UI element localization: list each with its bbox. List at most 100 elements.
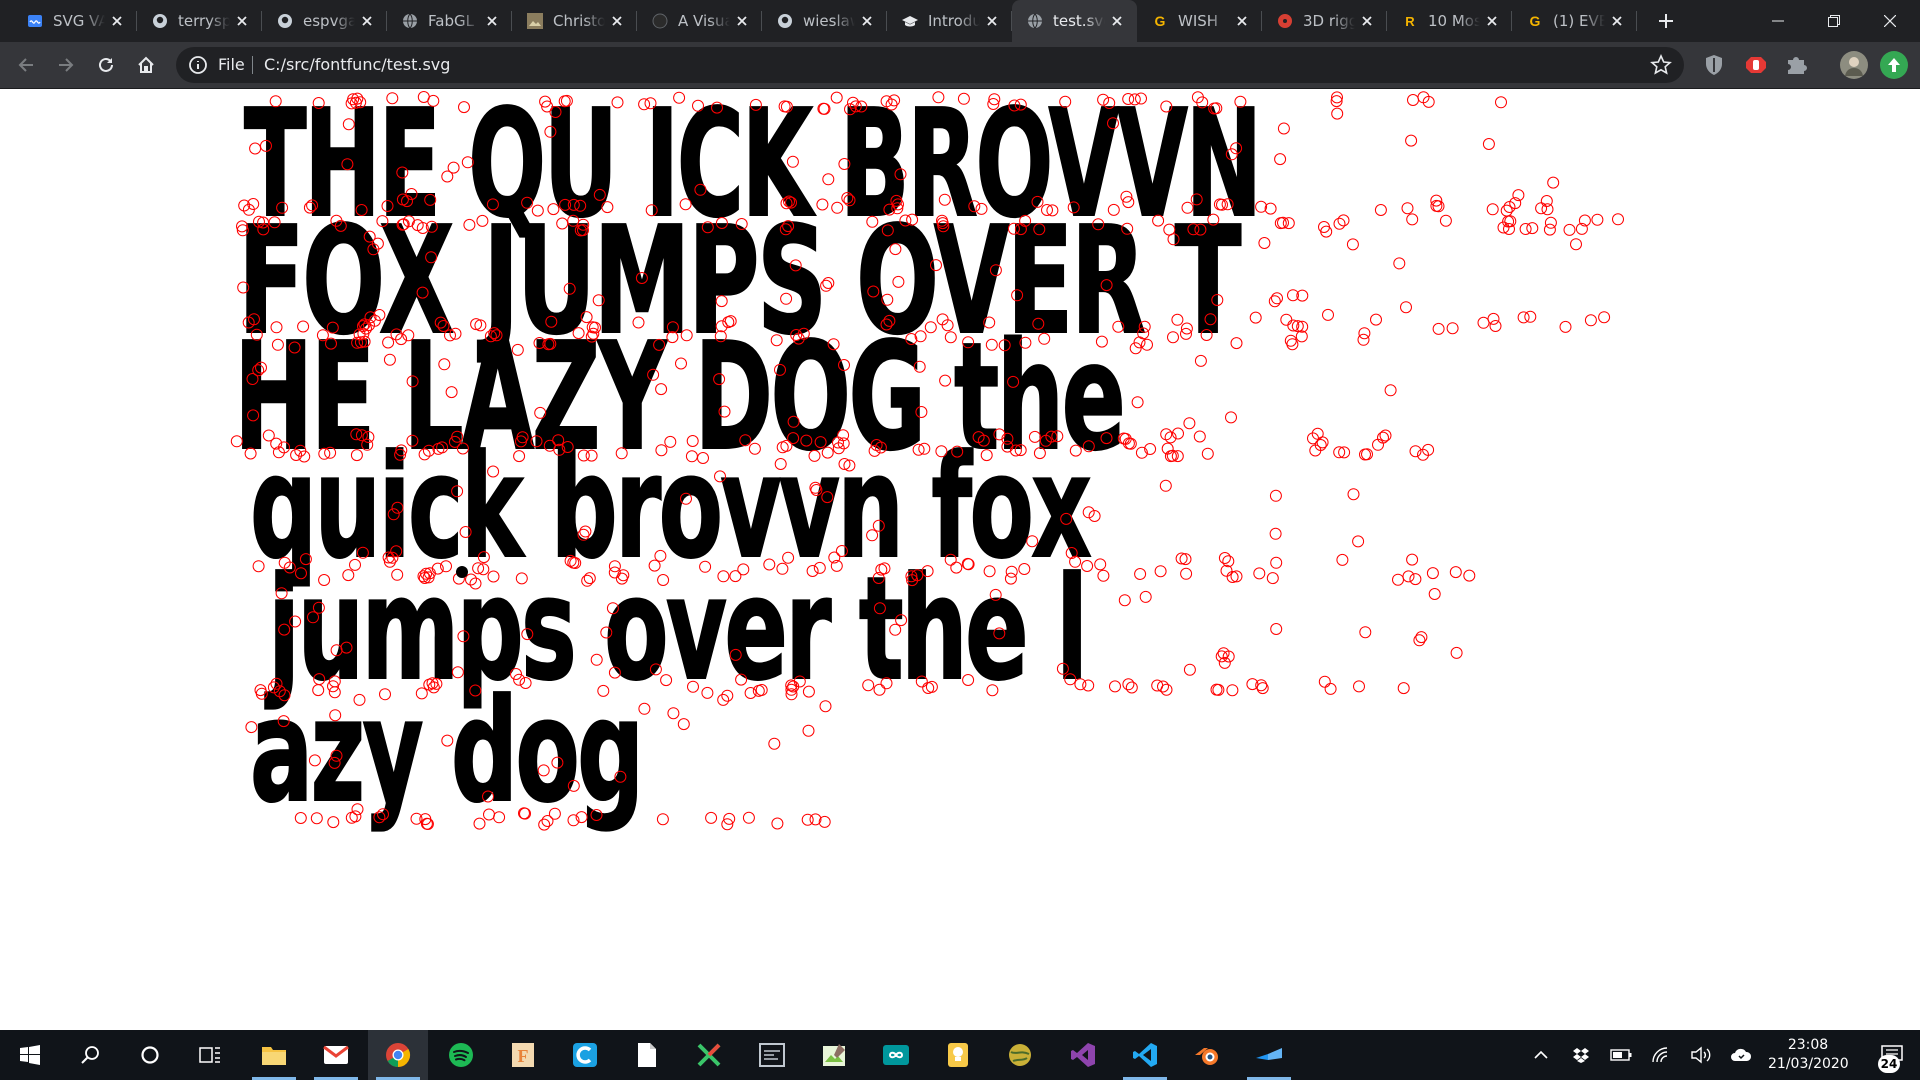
- tab-9[interactable]: G WISH: [1137, 0, 1262, 42]
- control-point-marker: [749, 98, 762, 111]
- tab-11[interactable]: R 10 Mos: [1387, 0, 1512, 42]
- search-button[interactable]: [60, 1030, 120, 1080]
- taskbar-x-app-button[interactable]: [679, 1030, 739, 1080]
- forward-button[interactable]: [50, 49, 82, 81]
- taskbar-vscode-button[interactable]: [1115, 1030, 1175, 1080]
- control-point-marker: [436, 441, 449, 454]
- control-point-marker: [632, 316, 645, 329]
- tray-battery[interactable]: [1604, 1030, 1638, 1080]
- tab-close-button[interactable]: [855, 9, 879, 33]
- tab-2[interactable]: espvga: [262, 0, 387, 42]
- extension-shield[interactable]: [1702, 53, 1726, 77]
- control-point-marker: [328, 686, 341, 699]
- taskbar-notes-button[interactable]: [928, 1030, 988, 1080]
- control-point-marker: [1392, 573, 1404, 586]
- url-text[interactable]: C:/src/fontfunc/test.svg: [264, 55, 450, 74]
- tab-6[interactable]: wieslaw: [762, 0, 887, 42]
- tab-1[interactable]: terrysp: [137, 0, 262, 42]
- tab-title: wieslaw: [803, 12, 855, 30]
- cortana-button[interactable]: [120, 1030, 180, 1080]
- tab-close-button[interactable]: [1105, 9, 1129, 33]
- svg-text:G: G: [1155, 13, 1166, 29]
- system-clock[interactable]: 23:08 21/03/2020: [1768, 1036, 1849, 1074]
- tab-close-button[interactable]: [730, 9, 754, 33]
- extension-puzzle[interactable]: [1784, 53, 1808, 77]
- tab-close-button[interactable]: [605, 9, 629, 33]
- taskbar-file-explorer-button[interactable]: [244, 1030, 304, 1080]
- tab-close-button[interactable]: [355, 9, 379, 33]
- bookmark-star-icon[interactable]: [1650, 54, 1672, 76]
- tab-close-button[interactable]: [1605, 9, 1629, 33]
- control-point-marker: [1033, 223, 1046, 236]
- control-point-marker: [744, 687, 757, 699]
- tab-10[interactable]: 3D rigg: [1262, 0, 1387, 42]
- tray-overflow-button[interactable]: [1524, 1030, 1558, 1080]
- taskbar-arduino-button[interactable]: [866, 1030, 926, 1080]
- address-bar[interactable]: File C:/src/fontfunc/test.svg: [176, 47, 1684, 83]
- control-point-marker: [1570, 238, 1582, 251]
- reload-button[interactable]: [90, 49, 122, 81]
- start-button[interactable]: [0, 1030, 60, 1080]
- taskbar-stream-app-button[interactable]: [1239, 1030, 1299, 1080]
- tab-close-button[interactable]: [1480, 9, 1504, 33]
- control-point-marker: [297, 320, 310, 333]
- taskbar-paint-button[interactable]: [804, 1030, 864, 1080]
- control-point-marker: [677, 718, 690, 731]
- tray-onedrive[interactable]: [1724, 1030, 1758, 1080]
- control-point-marker: [1194, 354, 1207, 367]
- restore-button[interactable]: [1806, 0, 1862, 42]
- control-point-marker: [438, 358, 451, 371]
- control-point-marker: [1358, 327, 1371, 340]
- task-view-button[interactable]: [180, 1030, 240, 1080]
- taskbar-terminal-button[interactable]: [742, 1030, 802, 1080]
- tab-0[interactable]: SVG VA: [12, 0, 137, 42]
- taskbar-chrome-button[interactable]: [368, 1030, 429, 1080]
- close-window-button[interactable]: [1862, 0, 1918, 42]
- tab-3[interactable]: FabGL: [387, 0, 512, 42]
- tab-close-button[interactable]: [980, 9, 1004, 33]
- taskbar-globe-app-button[interactable]: [990, 1030, 1050, 1080]
- tab-7[interactable]: Introdu: [887, 0, 1012, 42]
- update-button[interactable]: [1880, 51, 1908, 79]
- taskbar-gmail-button[interactable]: [306, 1030, 366, 1080]
- control-point-marker: [962, 336, 975, 349]
- tab-4[interactable]: Christo: [512, 0, 637, 42]
- tab-close-button[interactable]: [105, 9, 129, 33]
- back-button[interactable]: [10, 49, 42, 81]
- control-point-marker: [245, 721, 258, 734]
- control-point-marker: [889, 243, 902, 256]
- control-point-marker: [313, 673, 326, 686]
- extension-hand[interactable]: [1744, 53, 1768, 77]
- control-point-marker: [951, 445, 964, 458]
- new-tab-button[interactable]: [1652, 7, 1680, 35]
- tab-close-button[interactable]: [1230, 9, 1254, 33]
- tab-close-button[interactable]: [1355, 9, 1379, 33]
- taskbar-blender-button[interactable]: [1177, 1030, 1237, 1080]
- tab-5[interactable]: A Visua: [637, 0, 762, 42]
- notification-count-badge: 24: [1878, 1055, 1900, 1073]
- speaker-icon: [1691, 1046, 1711, 1064]
- taskbar-fontforge-button[interactable]: F: [493, 1030, 553, 1080]
- control-point-marker: [340, 641, 353, 654]
- home-button[interactable]: [130, 49, 162, 81]
- tray-wifi[interactable]: [1644, 1030, 1678, 1080]
- control-point-marker: [606, 602, 619, 615]
- tab-12[interactable]: G (1) EVE: [1512, 0, 1637, 42]
- tab-close-button[interactable]: [230, 9, 254, 33]
- tray-dropbox[interactable]: [1564, 1030, 1598, 1080]
- tab-close-button[interactable]: [480, 9, 504, 33]
- tray-volume[interactable]: [1684, 1030, 1718, 1080]
- control-point-marker: [567, 779, 580, 792]
- taskbar-visual-studio-button[interactable]: [1053, 1030, 1113, 1080]
- taskbar-c-app-button[interactable]: [555, 1030, 615, 1080]
- minimize-button[interactable]: [1750, 0, 1806, 42]
- taskbar-spotify-button[interactable]: [431, 1030, 491, 1080]
- control-point-marker: [1011, 289, 1024, 302]
- info-icon[interactable]: [188, 55, 208, 75]
- profile-avatar[interactable]: [1840, 51, 1868, 79]
- control-point-marker: [1225, 411, 1237, 424]
- control-point-marker: [236, 224, 249, 237]
- taskbar-document-button[interactable]: [617, 1030, 677, 1080]
- control-point-marker: [1270, 556, 1283, 569]
- tab-8[interactable]: test.svg: [1012, 0, 1137, 42]
